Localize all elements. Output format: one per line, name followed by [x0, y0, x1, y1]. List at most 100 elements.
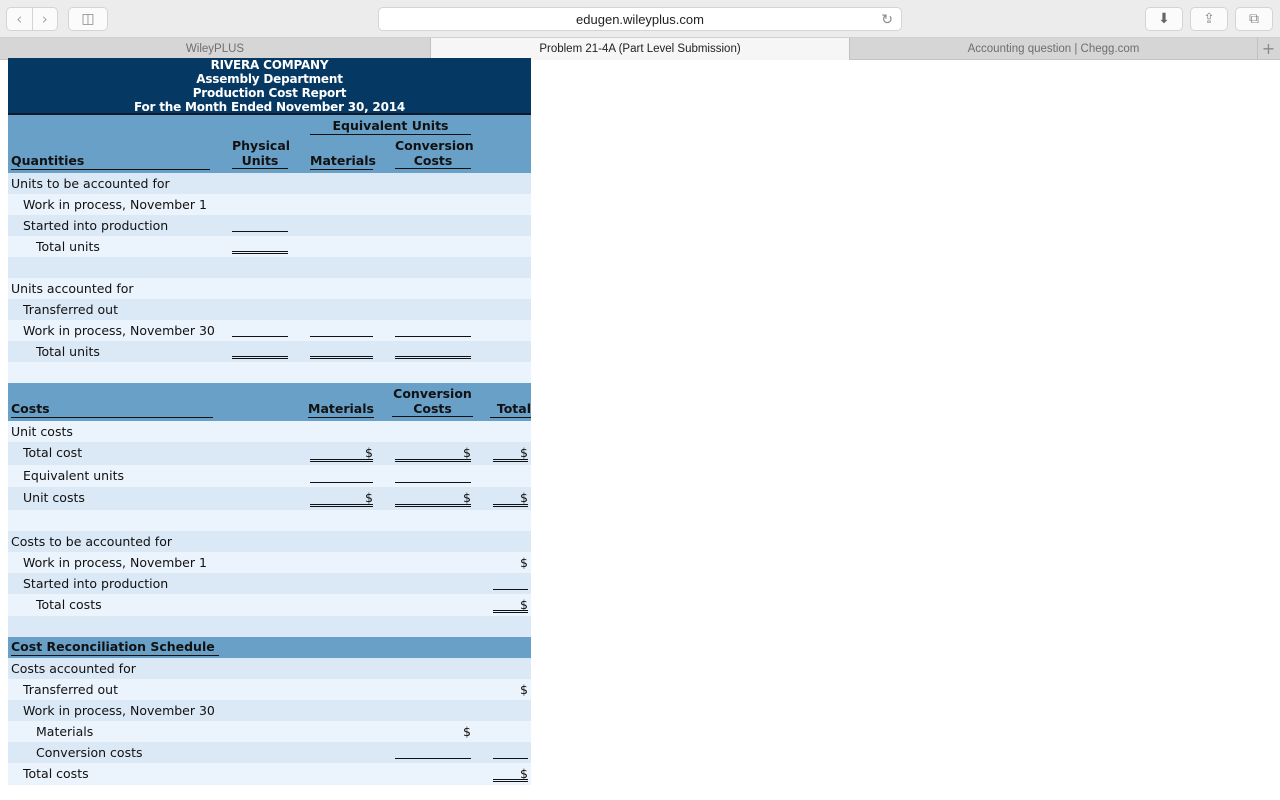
row-label: Started into production: [23, 218, 169, 233]
row-label: Materials: [36, 724, 94, 739]
conversion-total-cost[interactable]: $: [395, 442, 471, 465]
tab-problem[interactable]: Problem 21-4A (Part Level Submission): [431, 38, 850, 60]
wip-total-cost[interactable]: [493, 758, 528, 759]
table-row: Total units: [8, 236, 531, 257]
row-label: Costs to be accounted for: [11, 534, 172, 549]
total-costs-accounted[interactable]: $: [493, 763, 528, 785]
url-text: edugen.wileyplus.com: [576, 11, 704, 27]
row-label: Started into production: [23, 576, 169, 591]
downloads-button[interactable]: ⬇: [1145, 7, 1183, 31]
row-label: Equivalent units: [23, 468, 124, 483]
report-name: Production Cost Report: [192, 86, 347, 100]
conversion-line1: Conversion: [393, 386, 472, 401]
share-button[interactable]: ⇪: [1190, 7, 1228, 31]
reload-icon[interactable]: ↻: [881, 11, 893, 28]
production-cost-report: RIVERA COMPANY Assembly Department Produ…: [8, 58, 531, 785]
table-row: Work in process, November 1 $: [8, 552, 531, 573]
physical-units-line2: Units: [241, 153, 279, 168]
materials-input[interactable]: [310, 336, 373, 337]
report-period: For the Month Ended November 30, 2014: [133, 100, 406, 114]
new-tab-button[interactable]: +: [1258, 38, 1279, 59]
row-label: Work in process, November 1: [23, 197, 207, 212]
back-button[interactable]: ‹: [7, 8, 33, 30]
forward-button[interactable]: ›: [33, 8, 58, 30]
address-bar[interactable]: edugen.wileyplus.com ↻: [378, 7, 902, 31]
table-row: Work in process, November 30: [8, 320, 531, 341]
download-icon: ⬇: [1158, 11, 1170, 27]
browser-toolbar: ‹ › ◫ edugen.wileyplus.com ↻ ⬇ ⇪ ⧉: [0, 0, 1280, 38]
physical-units-total[interactable]: [232, 356, 288, 359]
tab-bar: WileyPLUS Problem 21-4A (Part Level Subm…: [0, 38, 1280, 60]
physical-units-input[interactable]: [232, 231, 288, 232]
tab-chegg[interactable]: Accounting question | Chegg.com: [850, 38, 1258, 60]
materials-heading: Materials: [308, 401, 374, 418]
table-row: Total cost $ $ $: [8, 442, 531, 465]
tabs-icon: ⧉: [1249, 11, 1259, 27]
currency-symbol: $: [463, 724, 471, 739]
total-unit-cost[interactable]: $: [493, 487, 528, 510]
show-tabs-button[interactable]: ⧉: [1235, 7, 1273, 31]
table-row: Transferred out: [8, 299, 531, 320]
wip-conversion-cost[interactable]: [395, 758, 471, 759]
wip-nov1-cost[interactable]: $: [493, 552, 528, 573]
row-label: Work in process, November 30: [23, 323, 215, 338]
tab-label: WileyPLUS: [185, 43, 245, 55]
table-row: Unit costs $ $ $: [8, 487, 531, 510]
physical-units-heading: Physical Units: [232, 138, 290, 169]
row-label: Transferred out: [23, 302, 118, 317]
currency-symbol: $: [520, 555, 528, 570]
materials-unit-cost[interactable]: $: [310, 487, 373, 510]
table-row: Units accounted for: [8, 278, 531, 299]
sidebar-icon: ◫: [81, 11, 95, 27]
table-row: Costs accounted for: [8, 658, 531, 679]
row-label: Work in process, November 30: [23, 703, 215, 718]
physical-units-total[interactable]: [232, 251, 288, 254]
materials-total-cost[interactable]: $: [310, 442, 373, 465]
conversion-total[interactable]: [395, 356, 471, 359]
materials-total[interactable]: [310, 356, 373, 359]
reconciliation-heading: Cost Reconciliation Schedule: [11, 639, 219, 656]
materials-equiv-units[interactable]: [310, 482, 373, 483]
conversion-line1: Conversion: [395, 138, 474, 153]
row-label: Costs accounted for: [11, 661, 136, 676]
table-row: Total costs $: [8, 763, 531, 785]
total-total-cost[interactable]: $: [493, 442, 528, 465]
table-row: Unit costs: [8, 421, 531, 442]
sidebar-toggle-button[interactable]: ◫: [68, 7, 108, 31]
total-heading: Total: [490, 401, 531, 418]
share-icon: ⇪: [1203, 11, 1215, 27]
row-label: Transferred out: [23, 682, 118, 697]
table-row: Conversion costs: [8, 742, 531, 763]
row-label: Total costs: [36, 597, 102, 612]
conversion-costs-heading: Conversion Costs: [395, 138, 474, 169]
row-label: Total cost: [23, 445, 83, 460]
total-costs-to-account[interactable]: $: [493, 594, 528, 616]
table-row: Equivalent units: [8, 465, 531, 487]
conversion-line2: Costs: [413, 153, 453, 168]
conversion-equiv-units[interactable]: [395, 482, 471, 483]
wip-materials-cost[interactable]: $: [395, 721, 471, 742]
spacer-row: [8, 362, 531, 383]
costs-heading: Costs: [11, 401, 213, 418]
table-row: Started into production: [8, 215, 531, 236]
plus-icon: +: [1261, 39, 1276, 58]
quantities-heading: Quantities: [11, 153, 210, 170]
table-row: Costs to be accounted for: [8, 531, 531, 552]
row-label: Units to be accounted for: [11, 176, 170, 191]
row-label: Conversion costs: [36, 745, 143, 760]
physical-units-input[interactable]: [232, 336, 288, 337]
conversion-input[interactable]: [395, 336, 471, 337]
currency-symbol: $: [520, 682, 528, 697]
started-production-cost[interactable]: [493, 589, 528, 590]
table-row: Work in process, November 30: [8, 700, 531, 721]
spacer-row: [8, 510, 531, 531]
table-row: Units to be accounted for: [8, 173, 531, 194]
transferred-out-cost[interactable]: $: [493, 679, 528, 700]
row-label: Units accounted for: [11, 281, 134, 296]
tab-wileyplus[interactable]: WileyPLUS: [0, 38, 431, 60]
reconciliation-header: Cost Reconciliation Schedule: [8, 637, 531, 658]
quantities-header: Equivalent Units Quantities Physical Uni…: [8, 115, 531, 173]
spacer-row: [8, 257, 531, 278]
conversion-unit-cost[interactable]: $: [395, 487, 471, 510]
row-label: Unit costs: [23, 490, 85, 505]
